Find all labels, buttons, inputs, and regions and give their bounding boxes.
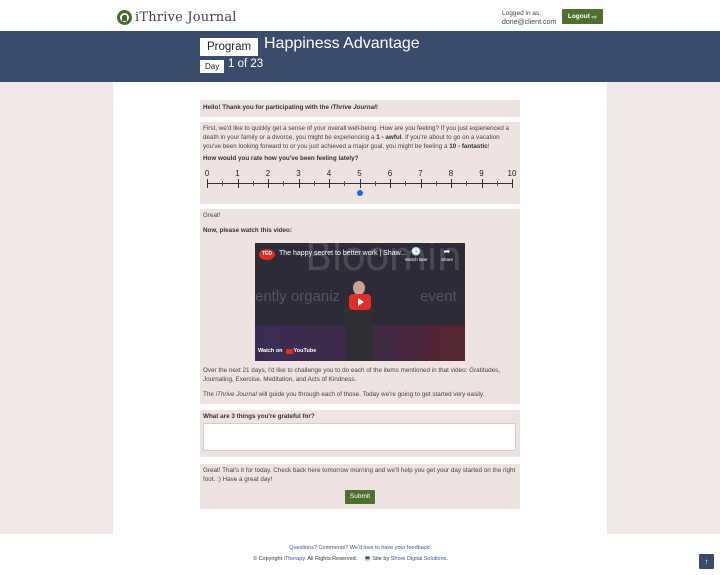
scale-minor-tick [222, 181, 224, 186]
program-banner: Program Happiness Advantage Day 1 of 23 [0, 31, 720, 82]
back-to-top-button[interactable]: ↑ [699, 554, 714, 569]
greeting-panel: Hello! Thank you for participating with … [200, 100, 520, 117]
shore-digital-link[interactable]: Shore Digital Solutions [391, 556, 447, 562]
share-icon: ➦ [443, 247, 451, 256]
scale-tick [268, 179, 269, 188]
logo-text: iThrive Journal [135, 9, 237, 25]
gratitude-textarea[interactable] [203, 423, 516, 451]
rating-question: How would you rate how you've been feeli… [203, 155, 359, 163]
login-info: Logged in as: done@client.com [502, 9, 556, 27]
scale-minor-tick [435, 181, 437, 186]
scale-minor-tick [496, 181, 498, 186]
program-title: Happiness Advantage [264, 35, 420, 52]
great-text: Great! [203, 212, 221, 219]
closing-panel: Great! That's it for today. Check back h… [200, 464, 520, 509]
scale-tick [298, 179, 300, 188]
scale-tick [420, 179, 422, 188]
video-title[interactable]: The happy secret to better work | Shaw..… [279, 250, 406, 259]
feedback-link[interactable]: Questions? Comments? We'd love to have y… [0, 545, 720, 551]
top-bar: iThrive Journal Logged in as: done@clien… [0, 0, 720, 31]
greeting-text: Hello! Thank you for participating with … [203, 104, 378, 112]
gratitude-panel: What are 3 things you're grateful for? [200, 410, 520, 457]
ted-logo-icon: TED [259, 249, 275, 260]
scale-label-2: 2 [265, 169, 271, 178]
scale-tick [481, 179, 483, 188]
gratitude-question: What are 3 things you're grateful for? [203, 413, 315, 420]
scale-minor-tick [344, 181, 346, 186]
video-panel: Great! Now, please watch this video: Blo… [200, 209, 520, 404]
scale-label-1: 1 [235, 169, 240, 178]
share-button[interactable]: ➦ Share [441, 247, 453, 265]
copyright: © Copyright iTherapy. All Rights Reserve… [253, 556, 358, 562]
clock-icon: 🕓 [411, 247, 422, 256]
video-prompt: Now, please watch this video: [203, 226, 292, 234]
scale-tick [512, 179, 513, 188]
scale-minor-tick [466, 181, 468, 186]
logout-icon: ⇨ [589, 13, 598, 21]
closing-text: Great! That's it for today. Check back h… [203, 467, 516, 483]
itherapy-link[interactable]: iTherapy [284, 556, 305, 562]
footer: Questions? Comments? We'd love to have y… [0, 534, 720, 575]
logo[interactable]: iThrive Journal [117, 8, 237, 26]
scale-minor-tick [252, 181, 254, 186]
scale-tick [329, 179, 330, 188]
scale-label-0: 0 [204, 169, 210, 178]
scale-tick [237, 179, 239, 188]
wellbeing-panel: First, we'd like to quickly get a sense … [200, 122, 520, 204]
logout-button[interactable]: Logout ⇨ [562, 9, 603, 24]
logo-icon [117, 9, 132, 25]
logout-label: Logout [567, 13, 590, 20]
slider-handle[interactable] [356, 190, 363, 196]
scale-label-9: 9 [479, 169, 484, 178]
youtube-logo-icon: YouTube [285, 347, 316, 356]
day-label: Day [200, 60, 225, 73]
challenge-text: Over the next 21 days, I'd like to chall… [203, 367, 500, 383]
watch-on-youtube-link[interactable]: Watch on YouTube [258, 347, 316, 356]
scale-tick [451, 179, 452, 188]
program-label: Program [200, 38, 259, 56]
day-progress: 1 of 23 [228, 58, 264, 70]
guide-text: The iThrive Journal will guide you throu… [203, 391, 485, 398]
scale-tick [359, 179, 361, 188]
arrow-up-icon: ↑ [704, 557, 709, 566]
scale-minor-tick [405, 181, 407, 186]
scale-label-4: 4 [326, 169, 332, 178]
scale-label-5: 5 [357, 169, 362, 178]
site-credit: 💻 Site by Shore Digital Solutions. [364, 556, 448, 562]
rating-slider[interactable]: 0 1 2 3 4 5 6 7 8 9 10 [204, 169, 516, 198]
scale-label-7: 7 [418, 169, 423, 178]
user-email: done@client.com [502, 19, 557, 26]
logged-in-label: Logged in as: [502, 10, 542, 17]
speaker-figure [342, 281, 376, 361]
play-icon[interactable] [349, 294, 371, 310]
scale-minor-tick [283, 181, 285, 186]
submit-button[interactable]: Submit [345, 490, 375, 504]
scale-tick [207, 179, 208, 188]
scale-minor-tick [313, 181, 315, 186]
scale-tick [390, 179, 391, 188]
video-player[interactable]: Bloomin ently organiz event TED The happy… [255, 243, 465, 361]
scale-label-3: 3 [296, 169, 301, 178]
scale-minor-tick [374, 181, 376, 186]
scale-label-6: 6 [387, 169, 393, 178]
watch-later-button[interactable]: 🕓 Watch later [405, 247, 428, 265]
scale-label-10: 10 [507, 169, 517, 178]
main-content: Hello! Thank you for participating with … [113, 82, 607, 534]
wellbeing-intro: First, we'd like to quickly get a sense … [203, 125, 510, 150]
scale-label-8: 8 [448, 169, 454, 178]
